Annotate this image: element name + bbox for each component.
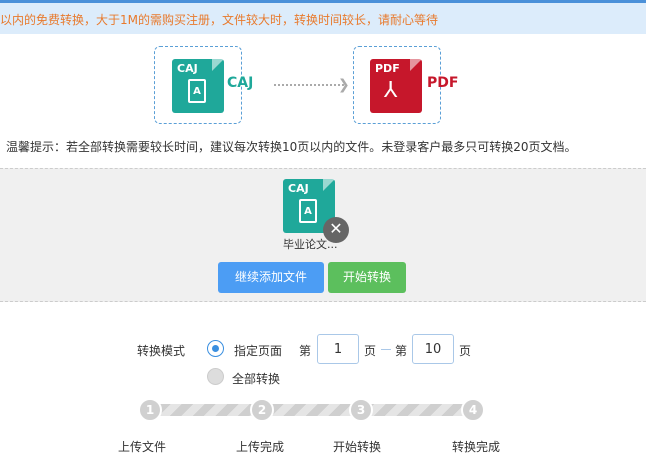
caj-file-icon: CAJ A — [172, 59, 224, 113]
uploaded-file-name: 毕业论文... — [283, 238, 338, 251]
step-1-label: 上传文件 — [118, 440, 167, 454]
tip-text: 温馨提示：若全部转换需要较长时间，建议每次转换10页以内的文件。未登录客户最多只… — [6, 140, 577, 154]
to-page-input[interactable] — [412, 334, 454, 364]
chevron-right-icon: ❯ — [338, 77, 350, 93]
source-format-label: CAJ — [227, 75, 254, 91]
all-pages-label: 全部转换 — [232, 372, 281, 386]
radio-specified-pages[interactable] — [207, 340, 224, 357]
specified-pages-label: 指定页面 — [234, 344, 283, 358]
range-dash — [381, 349, 391, 350]
target-format-label: PDF — [427, 75, 459, 91]
add-file-button[interactable]: 继续添加文件 — [218, 262, 324, 293]
from-page-input[interactable] — [317, 334, 359, 364]
pdf-file-icon: PDF ⅄ — [370, 59, 422, 113]
acrobat-icon: ⅄ — [384, 78, 398, 103]
radio-all-pages[interactable] — [207, 368, 224, 385]
step-2-circle: 2 — [250, 398, 274, 422]
step-1-circle: 1 — [138, 398, 162, 422]
conversion-arrow-line — [274, 84, 344, 86]
to-suffix: 页 — [459, 344, 472, 358]
notice-text: 以内的免费转换，大于1M的需购买注册，文件较大时，转换时间较长，请耐心等待 — [0, 13, 438, 27]
mode-label: 转换模式 — [137, 344, 186, 358]
start-convert-button[interactable]: 开始转换 — [328, 262, 406, 293]
book-icon: A — [188, 79, 206, 103]
source-format-box: CAJ A CAJ — [154, 46, 253, 124]
step-3-circle: 3 — [349, 398, 373, 422]
notice-bar: 以内的免费转换，大于1M的需购买注册，文件较大时，转换时间较长，请耐心等待 — [0, 0, 646, 34]
to-prefix: 第 — [395, 344, 408, 358]
from-suffix: 页 — [364, 344, 377, 358]
step-4-label: 转换完成 — [452, 440, 501, 454]
from-prefix: 第 — [299, 344, 312, 358]
step-3-label: 开始转换 — [333, 440, 382, 454]
book-icon: A — [299, 199, 317, 223]
step-2-label: 上传完成 — [236, 440, 285, 454]
progress-track — [148, 404, 478, 416]
step-4-circle: 4 — [461, 398, 485, 422]
target-format-box: PDF ⅄ PDF — [353, 46, 458, 124]
